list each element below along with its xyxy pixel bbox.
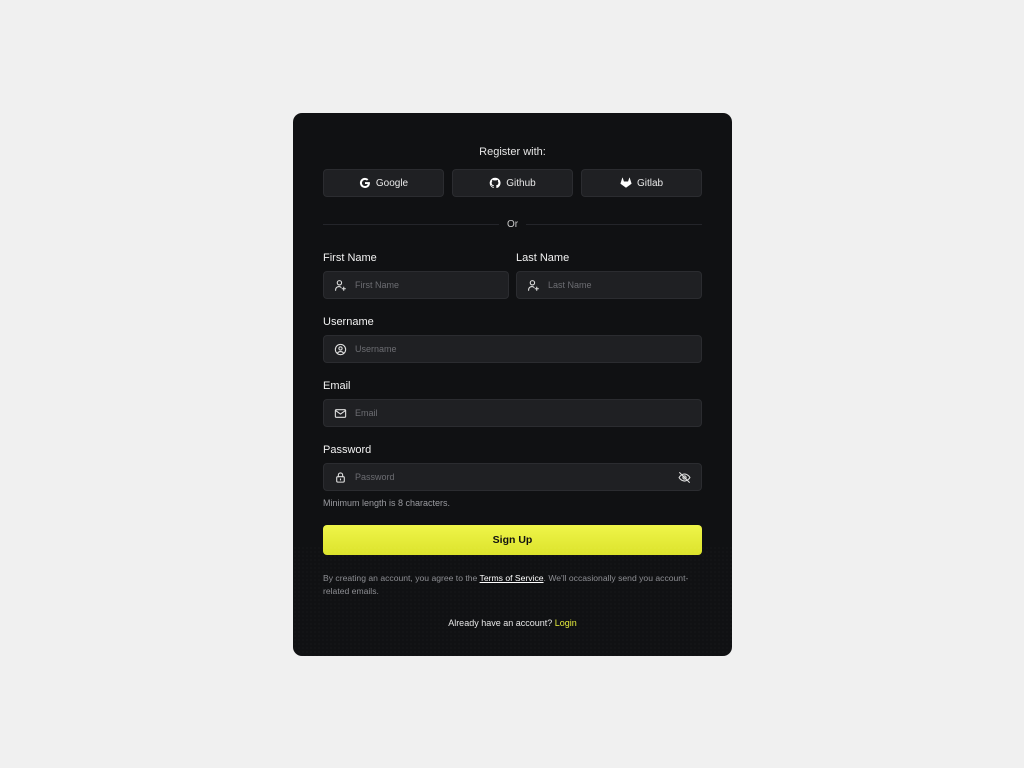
username-label: Username (323, 316, 374, 328)
user-circle-icon (334, 343, 347, 356)
first-name-label: First Name (323, 252, 377, 264)
password-field[interactable] (323, 463, 702, 491)
github-button-label: Github (506, 177, 536, 189)
login-link[interactable]: Login (555, 618, 577, 628)
or-divider: Or (323, 217, 703, 231)
last-name-label: Last Name (516, 252, 570, 264)
divider-line-right (526, 223, 703, 225)
divider-label: Or (506, 218, 519, 230)
password-hint: Minimum length is 8 characters. (323, 498, 451, 508)
gitlab-icon (620, 177, 632, 189)
user-plus-icon (334, 279, 347, 292)
divider-line-left (323, 223, 499, 225)
last-name-input[interactable] (548, 272, 701, 298)
eye-off-icon[interactable] (678, 471, 691, 484)
social-login-row: Google Github Gitlab (323, 169, 702, 197)
user-plus-icon (527, 279, 540, 292)
sign-up-button[interactable]: Sign Up (323, 525, 702, 555)
mail-icon (334, 407, 347, 420)
github-button[interactable]: Github (452, 169, 573, 197)
first-name-input[interactable] (355, 272, 508, 298)
google-button[interactable]: Google (323, 169, 444, 197)
email-field[interactable] (323, 399, 702, 427)
lock-icon (334, 471, 347, 484)
google-icon (359, 177, 371, 189)
first-name-field[interactable] (323, 271, 509, 299)
last-name-field[interactable] (516, 271, 702, 299)
gitlab-button-label: Gitlab (636, 177, 664, 189)
email-input[interactable] (355, 400, 701, 426)
github-icon (489, 177, 501, 189)
username-field[interactable] (323, 335, 702, 363)
gitlab-button[interactable]: Gitlab (581, 169, 702, 197)
google-button-label: Google (375, 177, 409, 189)
register-card: Register with: Google Github Gitlab Or F… (293, 113, 732, 656)
username-input[interactable] (355, 336, 701, 362)
terms-prefix: By creating an account, you agree to the (323, 573, 480, 583)
terms-notice: By creating an account, you agree to the… (323, 572, 702, 598)
email-label: Email (323, 380, 351, 392)
terms-of-service-link[interactable]: Terms of Service (480, 573, 544, 583)
register-title: Register with: (479, 146, 546, 158)
login-prompt: Already have an account? Login (323, 618, 702, 628)
password-input[interactable] (355, 464, 701, 490)
login-prompt-text: Already have an account? (448, 618, 555, 628)
password-label: Password (323, 444, 372, 456)
